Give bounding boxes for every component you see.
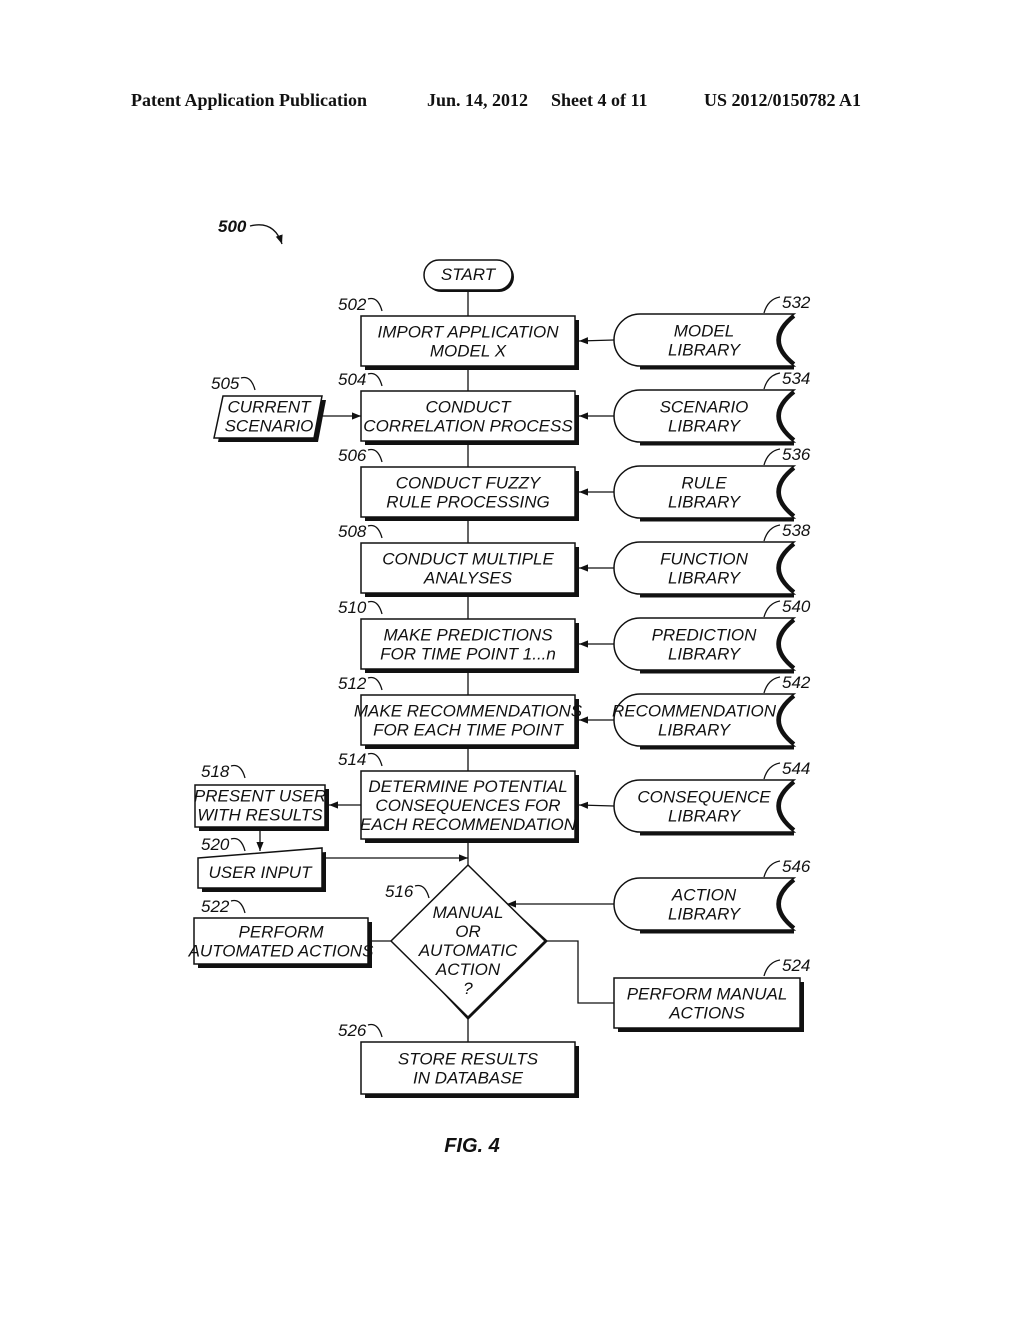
conduct-correlation-step-label: CONDUCT [426, 398, 513, 417]
figure-caption: FIG. 4 [444, 1135, 500, 1157]
ref-leader-line [414, 884, 430, 899]
ref-leader-line [763, 762, 781, 780]
predictions-step-label: FOR TIME POINT 1...n [380, 645, 556, 664]
function-library-label: LIBRARY [668, 569, 742, 588]
ref-leader-line [763, 524, 781, 542]
present-user-results-label: PRESENT USER [194, 787, 326, 806]
ref-leader-line [763, 676, 781, 694]
rule-library-label: RULE [681, 474, 727, 493]
import-application-model-step-label: IMPORT APPLICATION [377, 323, 559, 342]
ref-leader-line [230, 764, 246, 779]
perform-manual-actions-ref: 524 [782, 956, 810, 975]
import-application-model-step-label: MODEL X [430, 342, 507, 361]
conduct-correlation-step-ref: 504 [338, 370, 366, 389]
ref-leader-line [367, 297, 383, 312]
store-results-label: IN DATABASE [413, 1069, 524, 1088]
scenario-library-label: LIBRARY [668, 417, 742, 436]
action-library-label: ACTION [671, 886, 737, 905]
rule-library-ref: 536 [782, 445, 811, 464]
recommendation-library-label: RECOMMENDATION [612, 702, 777, 721]
current-scenario-ref: 505 [211, 374, 240, 393]
scenario-library-ref: 534 [782, 369, 810, 388]
perform-manual-actions-label: ACTIONS [668, 1004, 745, 1023]
multiple-analyses-step-label: CONDUCT MULTIPLE [382, 550, 554, 569]
fuzzy-rule-step-label: CONDUCT FUZZY [396, 474, 542, 493]
predictions-step-ref: 510 [338, 598, 367, 617]
function-library-label: FUNCTION [660, 550, 749, 569]
action-library-ref: 546 [782, 857, 811, 876]
fuzzy-rule-step-label: RULE PROCESSING [386, 493, 549, 512]
ref-leader-line [763, 372, 781, 390]
model-library-connector [578, 337, 615, 345]
prediction-library-label: PREDICTION [652, 626, 758, 645]
decision-label: OR [455, 922, 481, 941]
ref-leader-line [367, 600, 383, 615]
flowchart: 500 START IMPORT APPLICATIONMODEL X 502 COND… [188, 217, 811, 1157]
ref-leader-line [763, 296, 781, 314]
function-library-ref: 538 [782, 521, 811, 540]
multiple-analyses-step-label: ANALYSES [423, 569, 513, 588]
model-library-ref: 532 [782, 293, 811, 312]
ref-leader-line [367, 752, 383, 767]
recommendations-step-label: MAKE RECOMMENDATIONS [354, 702, 583, 721]
ref-leader-line [763, 448, 781, 466]
ref-leader-line [230, 899, 246, 914]
ref-leader-line [367, 448, 383, 463]
multiple-analyses-step-ref: 508 [338, 522, 367, 541]
fuzzy-rule-step-ref: 506 [338, 446, 367, 465]
manual-connector [545, 940, 614, 1004]
recommendations-step-label: FOR EACH TIME POINT [373, 721, 564, 740]
start-label: START [441, 265, 497, 284]
store-results-ref: 526 [338, 1021, 367, 1040]
decision-label: ? [463, 979, 473, 998]
consequence-library-connector [578, 801, 615, 809]
scenario-library-label: SCENARIO [660, 398, 749, 417]
consequences-step-label: EACH RECOMMENDATION [360, 815, 577, 834]
user-input-label: USER INPUT [209, 863, 314, 882]
perform-automated-actions-label: AUTOMATED ACTIONS [188, 942, 374, 961]
current-scenario-label: CURRENT [227, 398, 312, 417]
import-application-model-step-ref: 502 [338, 295, 367, 314]
model-library-label: LIBRARY [668, 341, 742, 360]
present-user-results-ref: 518 [201, 762, 230, 781]
predictions-step-label: MAKE PREDICTIONS [383, 626, 553, 645]
consequences-step-label: DETERMINE POTENTIAL [368, 777, 567, 796]
ref-leader-line [763, 959, 781, 977]
store-results-label: STORE RESULTS [398, 1050, 539, 1069]
decision-label: ACTION [435, 960, 501, 979]
consequence-library-label: CONSEQUENCE [637, 788, 771, 807]
consequences-step-ref: 514 [338, 750, 366, 769]
conduct-correlation-step-label: CORRELATION PROCESS [363, 417, 573, 436]
ref-leader-line [230, 837, 246, 852]
current-scenario-label: SCENARIO [225, 417, 314, 436]
perform-automated-actions-label: PERFORM [239, 923, 325, 942]
figure-ref-arrow [249, 224, 283, 245]
figure-ref-label: 500 [218, 217, 247, 236]
present-user-results-label: WITH RESULTS [197, 806, 323, 825]
ref-leader-line [763, 600, 781, 618]
ref-leader-line [367, 1023, 383, 1038]
user-input-ref: 520 [201, 835, 230, 854]
consequence-library-ref: 544 [782, 759, 810, 778]
recommendation-library-ref: 542 [782, 673, 811, 692]
decision-ref: 516 [385, 882, 414, 901]
recommendation-library-label: LIBRARY [658, 721, 732, 740]
action-library-label: LIBRARY [668, 905, 742, 924]
ref-leader-line [763, 860, 781, 878]
ref-leader-line [240, 376, 256, 391]
recommendations-step-ref: 512 [338, 674, 367, 693]
rule-library-label: LIBRARY [668, 493, 742, 512]
prediction-library-label: LIBRARY [668, 645, 742, 664]
perform-manual-actions-label: PERFORM MANUAL [627, 985, 788, 1004]
ref-leader-line [367, 676, 383, 691]
ref-leader-line [367, 372, 383, 387]
consequence-library-label: LIBRARY [668, 807, 742, 826]
prediction-library-ref: 540 [782, 597, 811, 616]
decision-label: AUTOMATIC [418, 941, 518, 960]
decision-label: MANUAL [433, 903, 504, 922]
consequences-step-label: CONSEQUENCES FOR [375, 796, 560, 815]
perform-automated-actions-ref: 522 [201, 897, 230, 916]
ref-leader-line [367, 524, 383, 539]
model-library-label: MODEL [674, 322, 734, 341]
